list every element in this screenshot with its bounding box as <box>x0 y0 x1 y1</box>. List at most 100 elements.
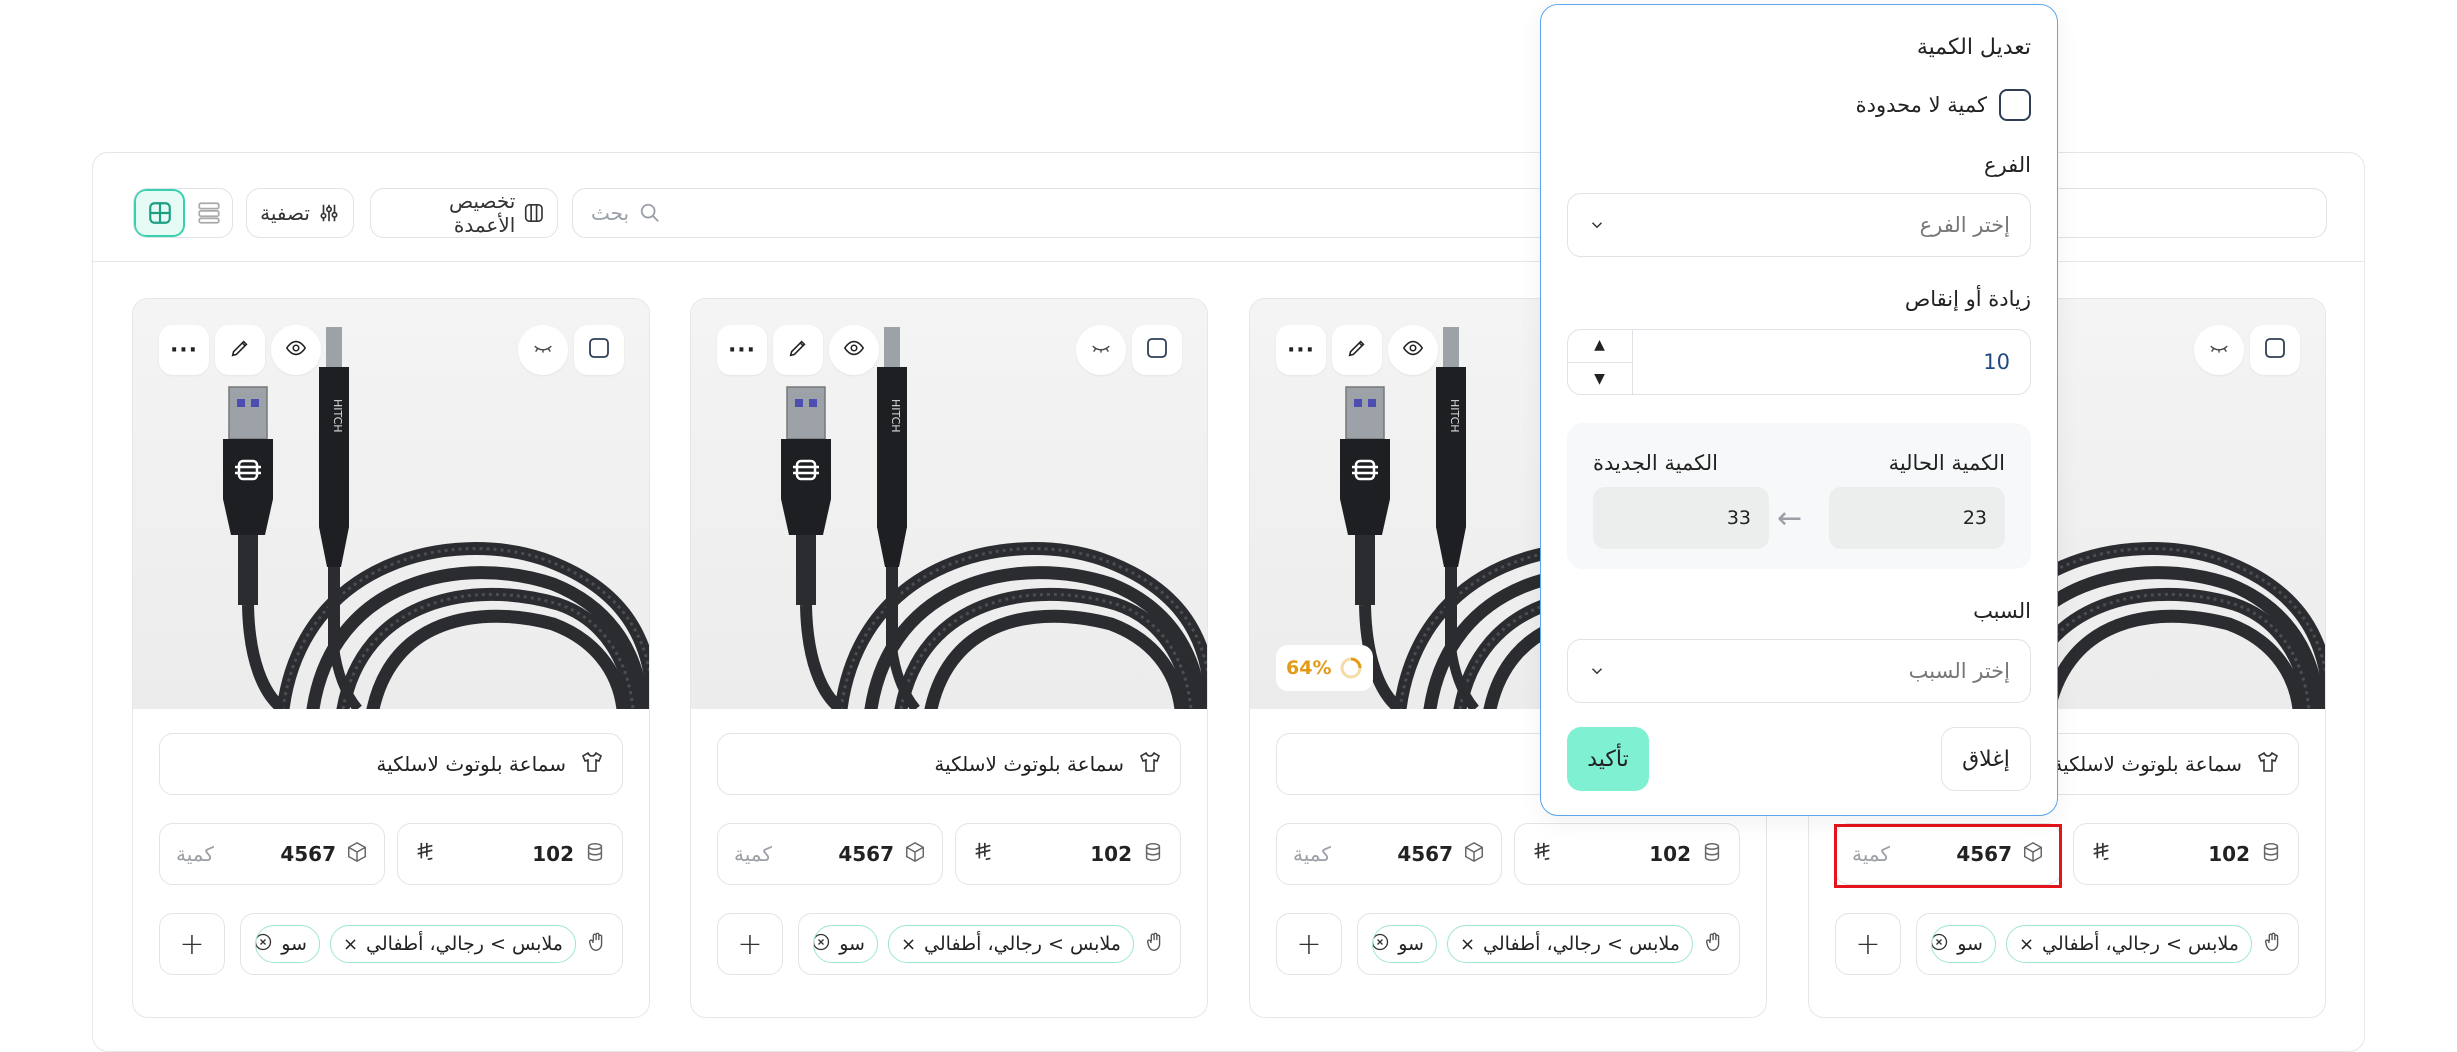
view-toggle <box>133 188 233 238</box>
coins-icon <box>1142 841 1164 868</box>
quantity-field[interactable]: 4567 كمية <box>159 823 385 885</box>
eye-icon <box>1402 337 1424 363</box>
add-category-button[interactable]: + <box>717 913 783 975</box>
more-icon: ··· <box>727 337 757 363</box>
branch-select-value: إختر الفرع <box>1919 213 2010 237</box>
add-category-button[interactable]: + <box>1276 913 1342 975</box>
decrement-button[interactable]: ▼ <box>1567 363 1632 396</box>
select-checkbox[interactable] <box>574 325 624 375</box>
adjust-input-value: 10 <box>1983 350 2010 374</box>
more-icon: ··· <box>169 337 199 363</box>
remove-tag-icon[interactable]: × <box>2019 934 2034 955</box>
category-tag: ملابس > رجالي، أطفالي × <box>329 925 576 963</box>
remove-tag-icon[interactable] <box>1372 932 1390 957</box>
riyal-icon <box>972 840 994 869</box>
more-options-button[interactable]: ··· <box>1276 325 1326 375</box>
categories-field[interactable]: ملابس > رجالي، أطفالي × سو <box>1916 913 2299 975</box>
remove-tag-icon[interactable]: × <box>1460 934 1475 955</box>
riyal-icon <box>414 840 436 869</box>
view-button[interactable] <box>271 325 321 375</box>
more-options-button[interactable]: ··· <box>159 325 209 375</box>
box-icon <box>1463 841 1485 868</box>
shirt-icon <box>580 750 604 779</box>
remove-tag-icon[interactable] <box>813 932 831 957</box>
increment-button[interactable]: ▲ <box>1567 329 1632 363</box>
quantity-value: 4567 <box>838 842 894 866</box>
product-card: HITCH ··· سماعة بلوتوث لاسلكية 102 4 <box>132 298 650 1018</box>
chevron-down-icon <box>1591 668 1603 675</box>
riyal-icon <box>2090 840 2112 869</box>
remove-tag-icon[interactable]: × <box>901 934 916 955</box>
list-view-button[interactable] <box>185 189 232 237</box>
category-tag-label: سو <box>839 933 865 955</box>
svg-text:HITCH: HITCH <box>889 399 902 433</box>
coins-icon <box>584 841 606 868</box>
categories-field[interactable]: ملابس > رجالي، أطفالي × سو <box>798 913 1181 975</box>
categories-field[interactable]: ملابس > رجالي، أطفالي × سو <box>1357 913 1740 975</box>
price-field[interactable]: 102 <box>1514 823 1740 885</box>
select-checkbox[interactable] <box>2250 325 2300 375</box>
more-options-button[interactable]: ··· <box>717 325 767 375</box>
box-icon <box>904 841 926 868</box>
hide-button[interactable] <box>1076 325 1126 375</box>
category-tag-label: سو <box>1398 933 1424 955</box>
product-image: HITCH <box>133 299 649 709</box>
pencil-icon <box>229 337 251 363</box>
unlimited-quantity-checkbox[interactable]: كمية لا محدودة <box>1856 89 2031 121</box>
hide-button[interactable] <box>518 325 568 375</box>
product-card: HITCH ··· سماعة بلوتوث لاسلكية 102 4 <box>690 298 1208 1018</box>
product-title-field[interactable]: سماعة بلوتوث لاسلكية <box>159 733 623 795</box>
view-button[interactable] <box>1388 325 1438 375</box>
category-tag-label: سو <box>281 933 307 955</box>
customize-columns-label: تخصيص الأعمدة <box>448 189 516 237</box>
box-icon <box>346 841 368 868</box>
remove-tag-icon[interactable]: × <box>343 934 358 955</box>
price-field[interactable]: 102 <box>2073 823 2299 885</box>
categories-field[interactable]: ملابس > رجالي، أطفالي × سو <box>240 913 623 975</box>
hand-icon <box>1144 931 1166 958</box>
adjust-label: زيادة أو إنقاص <box>1904 287 2031 311</box>
grid-view-button[interactable] <box>134 189 185 237</box>
plus-icon: + <box>737 926 763 962</box>
filter-button[interactable]: تصفية <box>246 188 354 238</box>
edit-button[interactable] <box>773 325 823 375</box>
quantity-value: 4567 <box>280 842 336 866</box>
remove-tag-icon[interactable] <box>255 932 273 957</box>
quantity-field[interactable]: 4567 كمية <box>717 823 943 885</box>
quantity-field[interactable]: 4567 كمية <box>1835 823 2061 885</box>
remove-tag-icon[interactable] <box>1931 932 1949 957</box>
checkbox-icon <box>2263 336 2287 364</box>
edit-button[interactable] <box>1332 325 1382 375</box>
edit-quantity-popup: تعديل الكمية كمية لا محدودة الفرع إختر ا… <box>1540 4 2058 816</box>
edit-button[interactable] <box>215 325 265 375</box>
customize-columns-button[interactable]: تخصيص الأعمدة <box>370 188 558 238</box>
select-checkbox[interactable] <box>1132 325 1182 375</box>
coins-icon <box>1701 841 1723 868</box>
svg-text:HITCH: HITCH <box>1448 399 1461 433</box>
reason-select[interactable]: إختر السبب <box>1567 639 2031 703</box>
adjust-stepper[interactable]: ▲ ▼ <box>1567 329 1633 395</box>
price-field[interactable]: 102 <box>955 823 1181 885</box>
add-category-button[interactable]: + <box>159 913 225 975</box>
add-category-button[interactable]: + <box>1835 913 1901 975</box>
search-input[interactable]: بحث <box>572 188 2327 238</box>
view-button[interactable] <box>829 325 879 375</box>
progress-badge: 64% <box>1276 645 1374 691</box>
plus-icon: + <box>179 926 205 962</box>
quantity-field[interactable]: 4567 كمية <box>1276 823 1502 885</box>
close-button[interactable]: إغلاق <box>1941 727 2031 791</box>
category-tag-label: سو <box>1957 933 1983 955</box>
adjust-input[interactable]: 10 <box>1567 329 2031 395</box>
product-title-field[interactable]: سماعة بلوتوث لاسلكية <box>717 733 1181 795</box>
list-icon <box>197 202 220 224</box>
branch-select[interactable]: إختر الفرع <box>1567 193 2031 257</box>
price-field[interactable]: 102 <box>397 823 623 885</box>
eye-off-icon <box>532 337 554 363</box>
current-quantity-value: 23 <box>1829 487 2005 549</box>
hide-button[interactable] <box>2194 325 2244 375</box>
confirm-button[interactable]: تأكيد <box>1567 727 1649 791</box>
eye-icon <box>843 337 865 363</box>
more-icon: ··· <box>1286 337 1316 363</box>
branch-label: الفرع <box>1984 153 2031 177</box>
checkbox-box[interactable] <box>1999 89 2031 121</box>
